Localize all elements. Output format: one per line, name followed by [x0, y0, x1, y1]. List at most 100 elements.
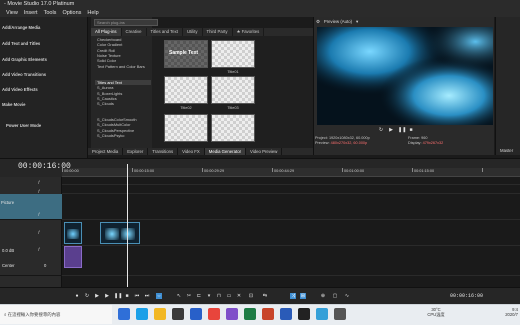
master-tab[interactable]: Master — [500, 148, 513, 153]
tab-favorites[interactable]: ★ Favorites — [233, 28, 265, 36]
plugin-tabs: All Plug-ins Creative Titles and Text Ut… — [91, 28, 313, 36]
movie-studio-icon[interactable] — [298, 308, 310, 320]
preset-thumbnail[interactable]: Sample Text — [164, 40, 208, 68]
preset-thumbnail[interactable] — [211, 114, 255, 142]
chevron-down-icon[interactable]: ▾ — [356, 18, 358, 26]
excel-icon[interactable] — [244, 308, 256, 320]
menu-help[interactable]: Help — [87, 9, 98, 17]
tab-all-plugins[interactable]: All Plug-ins — [91, 28, 122, 36]
weather-widget[interactable]: 30°C CPU溫度 — [418, 307, 454, 317]
tab-transitions[interactable]: Transitions — [148, 148, 179, 155]
tree-item[interactable]: Text Pattern and Color Bars — [95, 64, 151, 69]
marker-icon[interactable]: ▾ — [206, 293, 212, 299]
selection-icon[interactable]: ▢ — [332, 293, 338, 299]
go-to-end-icon[interactable]: ⏭ — [144, 293, 150, 299]
preview-settings-icon[interactable]: ⚙ — [316, 18, 320, 26]
stop-icon[interactable]: ■ — [124, 293, 130, 299]
system-clock[interactable]: 9:4 2020/7 — [488, 307, 518, 317]
fx-icon[interactable]: ƒ — [38, 188, 40, 193]
power-user-mode[interactable]: Power User Mode — [6, 123, 41, 128]
video-clip[interactable] — [100, 222, 140, 244]
zoom-icon[interactable]: ⊕ — [320, 293, 326, 299]
timeline-playhead[interactable] — [127, 164, 128, 287]
preset-thumbnail[interactable] — [164, 76, 208, 104]
delete-icon[interactable]: ✕ — [236, 293, 242, 299]
fx-icon[interactable]: ƒ — [38, 211, 40, 216]
fx-icon[interactable]: ƒ — [38, 179, 40, 184]
mail-icon[interactable] — [190, 308, 202, 320]
play-from-start-icon[interactable]: ▶ — [94, 293, 100, 299]
video-clip[interactable] — [64, 222, 82, 244]
loop-icon[interactable]: ↻ — [84, 293, 90, 299]
pane-tabs: Project Media Explorer Transitions Video… — [88, 148, 316, 155]
pause-icon[interactable]: ❚❚ — [398, 127, 406, 133]
preset-thumbnail[interactable] — [211, 40, 255, 68]
tab-video-preview[interactable]: Video Preview — [246, 148, 283, 155]
store-icon[interactable] — [172, 308, 184, 320]
menu-view[interactable]: View — [6, 9, 18, 17]
tree-item[interactable]: S_CloudsPsyko — [95, 133, 151, 138]
menu-insert[interactable]: Insert — [24, 9, 38, 17]
taskbar-search-input[interactable]: ⌕ 在這裡輸入你要搜尋的內容 — [0, 305, 112, 324]
plugin-search-input[interactable]: Search plug-ins — [94, 19, 158, 26]
snap-icon[interactable]: ⇔ — [156, 293, 162, 299]
powerpoint-icon[interactable] — [262, 308, 274, 320]
tab-video-fx[interactable]: Video FX — [178, 148, 205, 155]
onenote-icon[interactable] — [226, 308, 238, 320]
audio-clip[interactable] — [64, 246, 82, 268]
fx-icon[interactable]: ƒ — [38, 229, 40, 234]
tab-creative[interactable]: Creative — [122, 28, 147, 36]
menu-tools[interactable]: Tools — [44, 9, 57, 17]
guide-add-transitions[interactable]: Add Video Transitions — [2, 72, 46, 77]
tab-utility[interactable]: Utility — [183, 28, 203, 36]
photos-icon[interactable] — [316, 308, 328, 320]
tab-media-generator[interactable]: Media Generator — [204, 148, 247, 155]
record-icon[interactable]: ● — [74, 293, 80, 299]
master-bus-pane — [495, 17, 520, 155]
guide-add-graphics[interactable]: Add Graphic Elements — [2, 57, 47, 62]
preview-mode-label[interactable]: Preview (Auto) — [324, 18, 352, 26]
play-icon[interactable]: ▶ — [388, 127, 394, 133]
word-icon[interactable] — [280, 308, 292, 320]
pause-icon[interactable]: ❚❚ — [114, 293, 122, 299]
task-view-icon[interactable] — [118, 308, 130, 320]
audio-track-header[interactable]: 0.0 dB Center 0 — [0, 246, 62, 276]
star-icon: ★ — [236, 29, 241, 34]
go-to-start-icon[interactable]: ⏮ — [134, 293, 140, 299]
guide-add-media[interactable]: Add/Arrange Media — [2, 25, 40, 30]
normal-edit-tool-icon[interactable]: ↖ — [176, 293, 182, 299]
frame-value: 960 — [421, 136, 428, 140]
tab-titles-and-text[interactable]: Titles and Text — [147, 28, 183, 36]
preset-thumbnail[interactable] — [211, 76, 255, 104]
ruler-tick — [412, 168, 413, 172]
split-icon[interactable]: ✂ — [186, 293, 192, 299]
guide-add-text[interactable]: Add Text and Titles — [2, 41, 40, 46]
auto-ripple-icon[interactable]: ⇆ — [262, 293, 268, 299]
ruler-label: 00:00:15:00 — [134, 169, 155, 173]
event-pan-crop-icon[interactable]: ▭ — [226, 293, 232, 299]
guide-make-movie[interactable]: Make Movie — [2, 102, 26, 107]
clock-date: 2020/7 — [505, 312, 518, 317]
lock-icon[interactable]: ⊡ — [248, 293, 254, 299]
trim-icon[interactable]: ⊏ — [196, 293, 202, 299]
preset-thumbnail[interactable] — [164, 114, 208, 142]
stop-icon[interactable]: ■ — [408, 127, 414, 133]
video-track-header[interactable]: Picture — [0, 194, 62, 220]
edge-icon[interactable] — [136, 308, 148, 320]
tree-item[interactable]: S_Clouds — [95, 101, 151, 106]
timeline-ruler[interactable]: 00:00:00 00:00:15:00 00:00:29:29 00:00:44:2… — [62, 168, 520, 177]
enable-snapping-icon[interactable]: ⊞ — [300, 293, 306, 299]
app-icon[interactable] — [334, 308, 346, 320]
auto-crossfade-icon[interactable]: ⤨ — [290, 293, 296, 299]
tab-project-media[interactable]: Project Media — [88, 148, 124, 155]
envelope-icon[interactable]: ∿ — [344, 293, 350, 299]
file-explorer-icon[interactable] — [154, 308, 166, 320]
chrome-icon[interactable] — [208, 308, 220, 320]
loop-icon[interactable]: ↻ — [378, 127, 384, 133]
menu-options[interactable]: Options — [62, 9, 81, 17]
region-icon[interactable]: ⊓ — [216, 293, 222, 299]
tab-explorer[interactable]: Explorer — [123, 148, 149, 155]
guide-add-effects[interactable]: Add Video Effects — [2, 87, 38, 92]
play-icon[interactable]: ▶ — [104, 293, 110, 299]
tab-third-party[interactable]: Third Party — [203, 28, 233, 36]
